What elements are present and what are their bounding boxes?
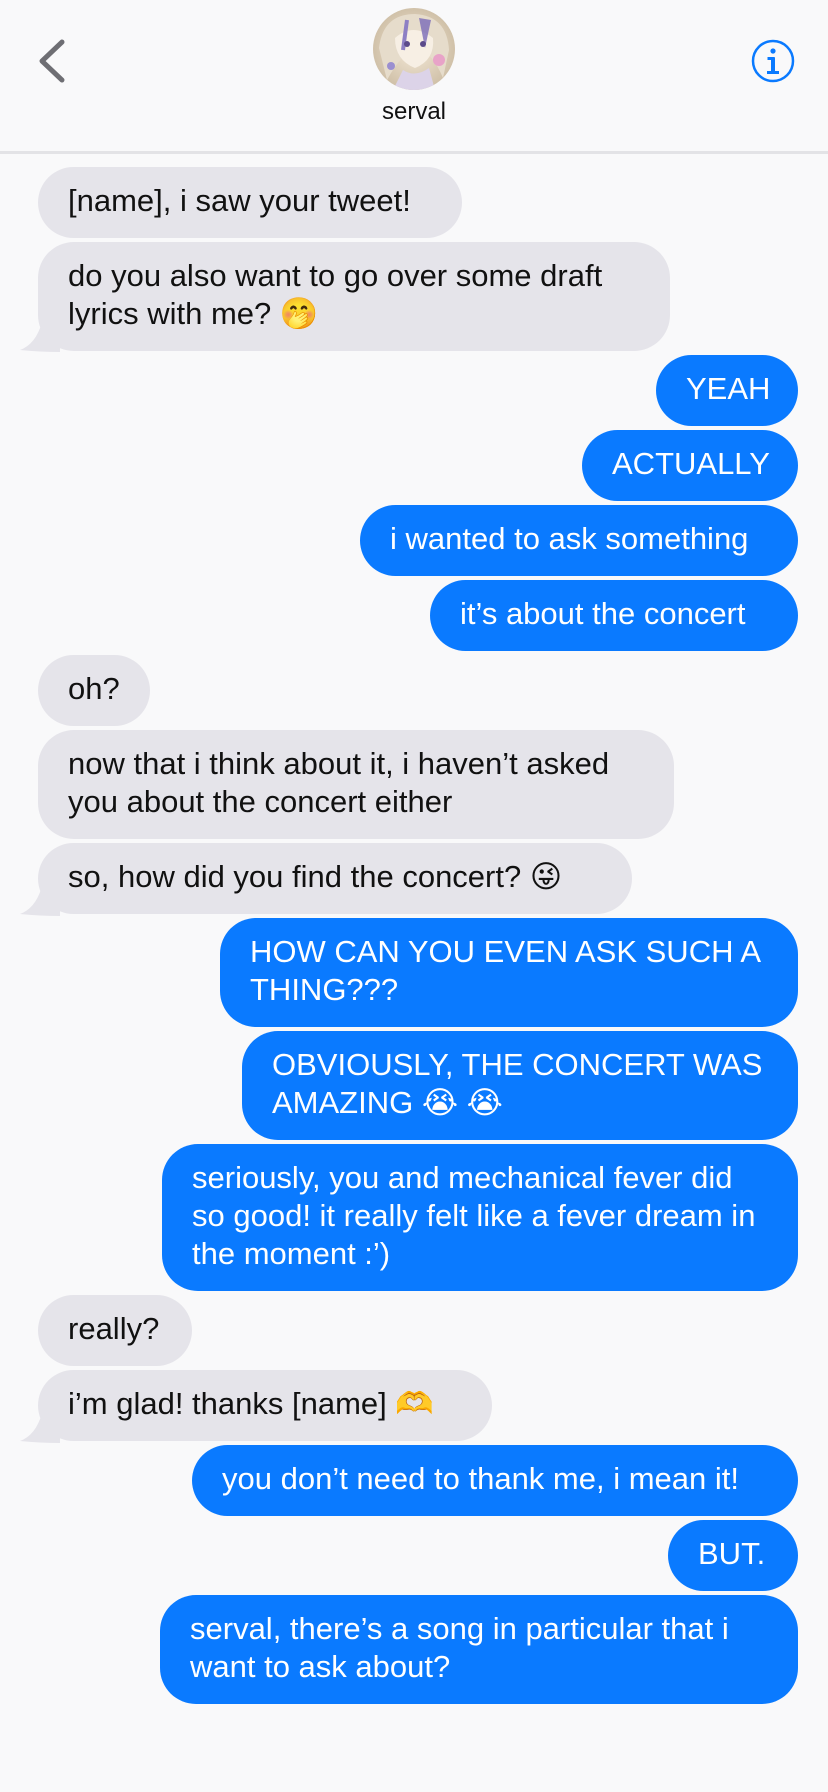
message-text: i wanted to ask something [390, 521, 749, 556]
message-bubble-outgoing[interactable]: HOW CAN YOU EVEN ASK SUCH A THING??? [220, 918, 798, 1027]
message-bubble-outgoing[interactable]: serval, there’s a song in particular tha… [160, 1595, 798, 1704]
message-bubble-incoming[interactable]: now that i think about it, i haven’t ask… [38, 730, 674, 839]
message-bubble-incoming[interactable]: do you also want to go over some draft l… [38, 242, 670, 351]
info-button[interactable] [750, 38, 796, 84]
chevron-left-icon [39, 39, 65, 83]
bubble-tail [20, 322, 60, 352]
message-text: now that i think about it, i haven’t ask… [68, 746, 610, 819]
conversation-header: serval [0, 0, 828, 154]
message-bubble-incoming[interactable]: so, how did you find the concert? 😜 [38, 843, 632, 914]
message-text: [name], i saw your tweet! [68, 183, 411, 218]
message-text: so, how did you find the concert? 😜 [68, 859, 563, 894]
message-text: serval, there’s a song in particular tha… [190, 1611, 729, 1684]
info-circle-icon [751, 39, 795, 83]
avatar-image [373, 8, 455, 90]
message-bubble-outgoing[interactable]: OBVIOUSLY, THE CONCERT WAS AMAZING 😭 😭 [242, 1031, 798, 1140]
bubble-tail [20, 1413, 60, 1443]
message-bubble-incoming[interactable]: really? [38, 1295, 192, 1366]
message-text: OBVIOUSLY, THE CONCERT WAS AMAZING 😭 😭 [272, 1047, 763, 1120]
message-bubble-outgoing[interactable]: ACTUALLY [582, 430, 798, 501]
message-text: seriously, you and mechanical fever did … [192, 1160, 756, 1271]
bubble-tail [20, 886, 60, 916]
message-text: HOW CAN YOU EVEN ASK SUCH A THING??? [250, 934, 760, 1007]
message-text: BUT. [698, 1536, 766, 1571]
message-bubble-outgoing[interactable]: seriously, you and mechanical fever did … [162, 1144, 798, 1291]
back-button[interactable] [34, 36, 74, 86]
avatar[interactable] [373, 8, 455, 90]
message-text: i’m glad! thanks [name] 🫶 [68, 1386, 434, 1421]
message-text: do you also want to go over some draft l… [68, 258, 603, 331]
message-text: it’s about the concert [460, 596, 746, 631]
message-text: ACTUALLY [612, 446, 770, 481]
message-bubble-outgoing[interactable]: BUT. [668, 1520, 798, 1591]
message-bubble-outgoing[interactable]: it’s about the concert [430, 580, 798, 651]
message-bubble-incoming[interactable]: oh? [38, 655, 150, 726]
message-text: you don’t need to thank me, i mean it! [222, 1461, 739, 1496]
message-text: really? [68, 1311, 160, 1346]
message-bubble-incoming[interactable]: i’m glad! thanks [name] 🫶 [38, 1370, 492, 1441]
message-bubble-incoming[interactable]: [name], i saw your tweet! [38, 167, 462, 238]
message-bubble-outgoing[interactable]: you don’t need to thank me, i mean it! [192, 1445, 798, 1516]
message-text: YEAH [686, 371, 771, 406]
message-bubble-outgoing[interactable]: i wanted to ask something [360, 505, 798, 576]
message-text: oh? [68, 671, 120, 706]
contact-name[interactable]: serval [0, 98, 828, 126]
message-bubble-outgoing[interactable]: YEAH [656, 355, 798, 426]
